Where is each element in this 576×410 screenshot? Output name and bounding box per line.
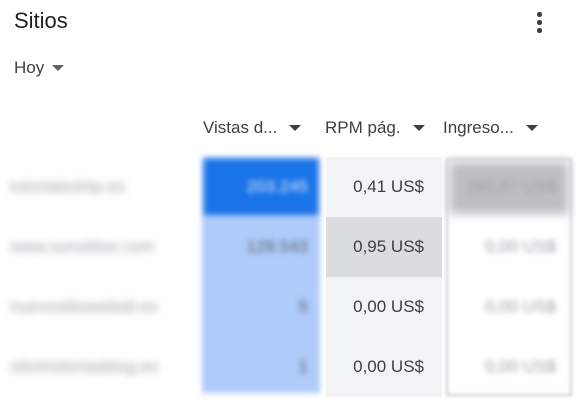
income-value: 0,00 US$ [485,237,556,256]
site-name[interactable]: sitiohistoriasblog.es [10,337,195,397]
income-cell: 290,87 US$ [446,157,572,217]
views-cell: 1 [202,337,320,397]
views-value: 1 [298,357,308,376]
sort-arrow-icon [525,125,538,131]
site-name[interactable]: nuevositiowebalt.es [10,277,195,337]
income-cell: 0,00 US$ [446,337,572,397]
column-header-rpm[interactable]: RPM pág. [325,118,425,138]
rpm-cell: 0,00 US$ [326,277,442,337]
income-cell: 0,00 US$ [446,217,572,277]
income-cell: 0,00 US$ [446,277,572,337]
column-header-views[interactable]: Vistas d... [203,118,302,138]
more-vert-icon[interactable] [530,10,548,36]
column-header-label: Vistas d... [203,118,278,137]
views-cell: 128.543 [202,217,320,277]
rpm-cell: 0,41 US$ [326,157,442,217]
income-value: 0,00 US$ [485,297,556,316]
table-row[interactable]: sitiohistoriasblog.es 1 0,00 US$ 0,00 US… [0,337,576,397]
income-value: 290,87 US$ [466,177,556,196]
site-name[interactable]: tutorialeshtp.es [10,157,195,217]
page-title: Sitios [14,8,68,33]
date-range-dropdown[interactable]: Hoy [14,58,65,78]
income-value: 0,00 US$ [485,357,556,376]
table-row[interactable]: nuevositiowebalt.es 5 0,00 US$ 0,00 US$ [0,277,576,337]
site-name[interactable]: www.sunsitioe.com [10,217,195,277]
sort-arrow-icon [412,125,425,131]
date-range-label: Hoy [14,58,45,77]
views-value: 5 [298,297,308,316]
rpm-cell: 0,95 US$ [326,217,442,277]
table-row[interactable]: www.sunsitioe.com 128.543 0,95 US$ 0,00 … [0,217,576,277]
table-row[interactable]: tutorialeshtp.es 203.245 0,41 US$ 290,87… [0,157,576,217]
rpm-cell: 0,00 US$ [326,337,442,397]
views-cell: 5 [202,277,320,337]
dropdown-arrow-icon [52,65,65,71]
column-header-label: RPM pág. [325,118,401,137]
column-header-income[interactable]: Ingreso... [443,118,538,138]
views-cell: 203.245 [202,157,320,217]
sort-arrow-icon [289,125,302,131]
column-header-label: Ingreso... [443,118,514,137]
views-value: 128.543 [246,237,308,256]
views-value: 203.245 [246,177,308,196]
